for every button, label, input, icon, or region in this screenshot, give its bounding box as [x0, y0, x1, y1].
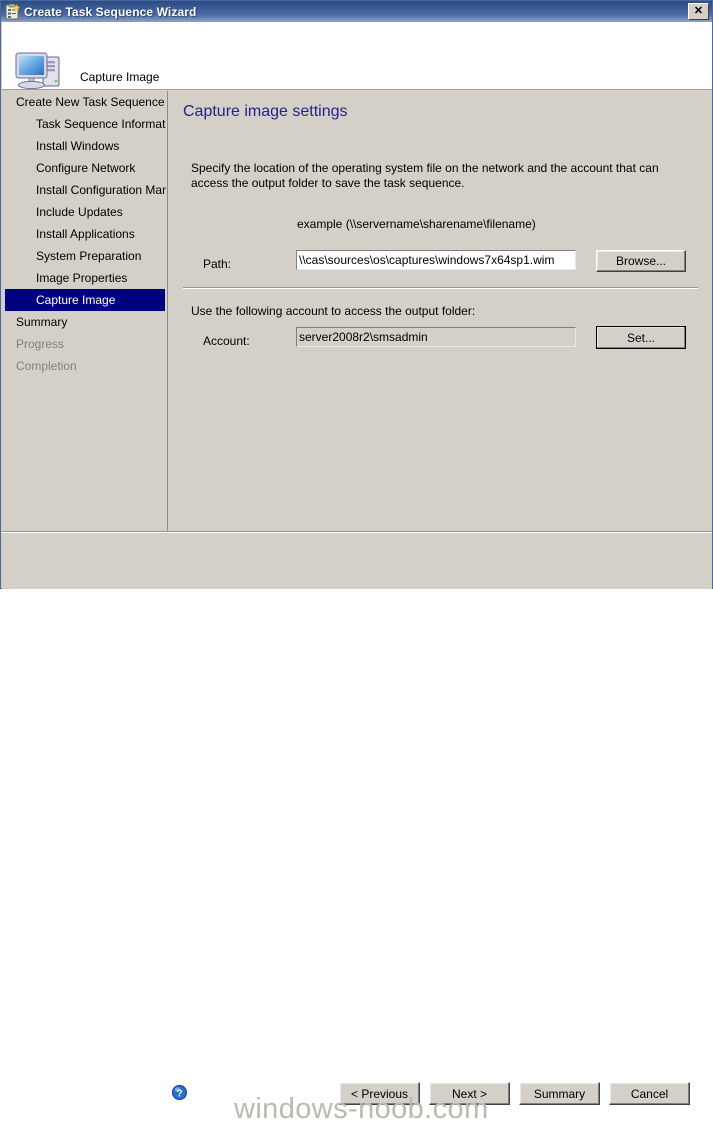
sidebar-item-configure-network[interactable]: Configure Network [2, 157, 166, 179]
sidebar-item-completion: Completion [16, 359, 77, 373]
sidebar-item-progress: Progress [16, 337, 65, 351]
task-sequence-clipboard-icon [4, 3, 21, 20]
sidebar-item-image-properties[interactable]: Image Properties [2, 267, 166, 289]
account-description: Use the following account to access the … [191, 304, 476, 318]
window-title: Create Task Sequence Wizard [24, 4, 197, 19]
cancel-button[interactable]: Cancel [609, 1082, 690, 1105]
section-separator [183, 287, 698, 289]
sidebar-item-capture-image[interactable]: Capture Image [5, 289, 165, 311]
footer-button-bar: ? < Previous Next > Summary Cancel windo… [2, 533, 712, 1125]
sidebar-item-task-sequence-information[interactable]: Task Sequence Information [2, 113, 166, 135]
sidebar-item-install-windows[interactable]: Install Windows [2, 135, 166, 157]
browse-button[interactable]: Browse... [596, 250, 686, 272]
account-input[interactable] [296, 327, 576, 347]
page-title: Capture image settings [183, 103, 348, 120]
sidebar-item-include-updates[interactable]: Include Updates [2, 201, 166, 223]
main-content: Capture image settings Specify the locat… [169, 91, 712, 531]
sidebar-item-create-new-task-sequence[interactable]: Create New Task Sequence [2, 91, 166, 113]
banner-title: Capture Image [80, 70, 160, 84]
path-example-hint: example (\\servername\sharename\filename… [297, 217, 536, 231]
sidebar-item-install-applications[interactable]: Install Applications [2, 223, 166, 245]
close-icon[interactable] [688, 3, 709, 20]
sidebar-item-system-preparation[interactable]: System Preparation [2, 245, 166, 267]
account-label: Account: [203, 334, 250, 348]
wizard-steps-nav: Create New Task Sequence Task Sequence I… [2, 91, 166, 561]
path-label: Path: [203, 257, 232, 271]
help-question-icon[interactable]: ? [171, 1084, 188, 1101]
sidebar-item-install-configuration-manager[interactable]: Install Configuration Manag [2, 179, 166, 201]
next-button[interactable]: Next > [429, 1082, 510, 1105]
summary-button[interactable]: Summary [519, 1082, 600, 1105]
titlebar: Create Task Sequence Wizard [1, 1, 712, 22]
svg-text:?: ? [176, 1088, 182, 1099]
set-account-button[interactable]: Set... [596, 326, 686, 349]
sidebar-item-summary[interactable]: Summary [2, 311, 166, 333]
wizard-banner: Capture Image [2, 22, 712, 90]
path-input[interactable] [296, 250, 576, 270]
instructions-text: Specify the location of the operating sy… [191, 161, 659, 190]
wizard-window: Create Task Sequence Wizard ✕ Capture Im… [0, 0, 713, 1125]
previous-button[interactable]: < Previous [339, 1082, 420, 1105]
computer-icon [13, 48, 67, 94]
panel-divider [167, 91, 168, 561]
